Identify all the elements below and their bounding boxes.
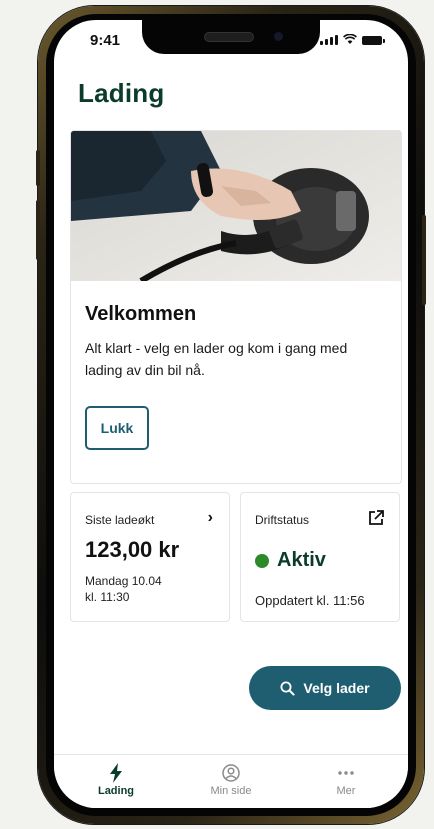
status-value: Aktiv: [277, 549, 326, 571]
welcome-text: Alt klart - velg en lader og kom i gang …: [85, 340, 348, 378]
tab-label: Mer: [336, 785, 356, 797]
operation-status-label: Driftstatus: [255, 513, 310, 527]
welcome-card: Velkommen Alt klart - velg en lader og k…: [70, 130, 402, 484]
choose-charger-button[interactable]: Velg lader: [249, 666, 401, 710]
tab-lading[interactable]: Lading: [76, 763, 156, 797]
side-button: [36, 150, 40, 186]
charging-hero-image: [71, 131, 401, 281]
more-dots-icon: [338, 763, 354, 783]
speaker: [204, 32, 254, 42]
search-icon: [280, 681, 296, 696]
user-circle-icon: [222, 763, 240, 783]
choose-charger-label: Velg lader: [303, 680, 370, 696]
last-session-date: Mandag 10.04 kl. 11:30: [85, 573, 162, 605]
battery-icon: [362, 36, 385, 45]
side-button: [36, 200, 40, 260]
external-link-icon[interactable]: [367, 509, 385, 527]
tab-label: Min side: [210, 785, 252, 797]
last-session-date-line1: Mandag 10.04: [85, 574, 162, 588]
close-button[interactable]: Lukk: [85, 406, 149, 450]
app-screen: 9:41 Lading Velkommen Alt klart - velg e…: [54, 20, 408, 808]
front-camera: [274, 32, 283, 41]
status-time: 9:41: [90, 32, 121, 49]
status-dot: [255, 553, 269, 568]
wifi-icon: [343, 34, 357, 44]
welcome-title: Velkommen: [85, 303, 197, 325]
lightning-icon: [109, 763, 123, 783]
last-session-amount: 123,00 kr: [85, 537, 180, 562]
status-row: Aktiv: [255, 549, 326, 572]
last-session-card[interactable]: Siste ladeøkt › 123,00 kr Mandag 10.04 k…: [70, 492, 230, 622]
operation-status-card[interactable]: Driftstatus Aktiv Oppdatert kl. 11:56: [240, 492, 400, 622]
tab-min-side[interactable]: Min side: [191, 763, 271, 797]
bottom-tab-bar: Lading Min side Mer: [54, 754, 408, 808]
notch: [142, 20, 320, 54]
chevron-right-icon: ›: [207, 509, 213, 526]
tab-label: Lading: [97, 785, 135, 797]
status-icons: [320, 34, 385, 45]
page-title: Lading: [78, 78, 165, 108]
last-session-label: Siste ladeøkt: [85, 513, 155, 527]
signal-icon: [320, 35, 338, 45]
side-button: [422, 215, 426, 305]
status-updated-time: Oppdatert kl. 11:56: [255, 593, 365, 608]
tab-mer[interactable]: Mer: [306, 763, 386, 797]
last-session-date-line2: kl. 11:30: [85, 590, 130, 604]
